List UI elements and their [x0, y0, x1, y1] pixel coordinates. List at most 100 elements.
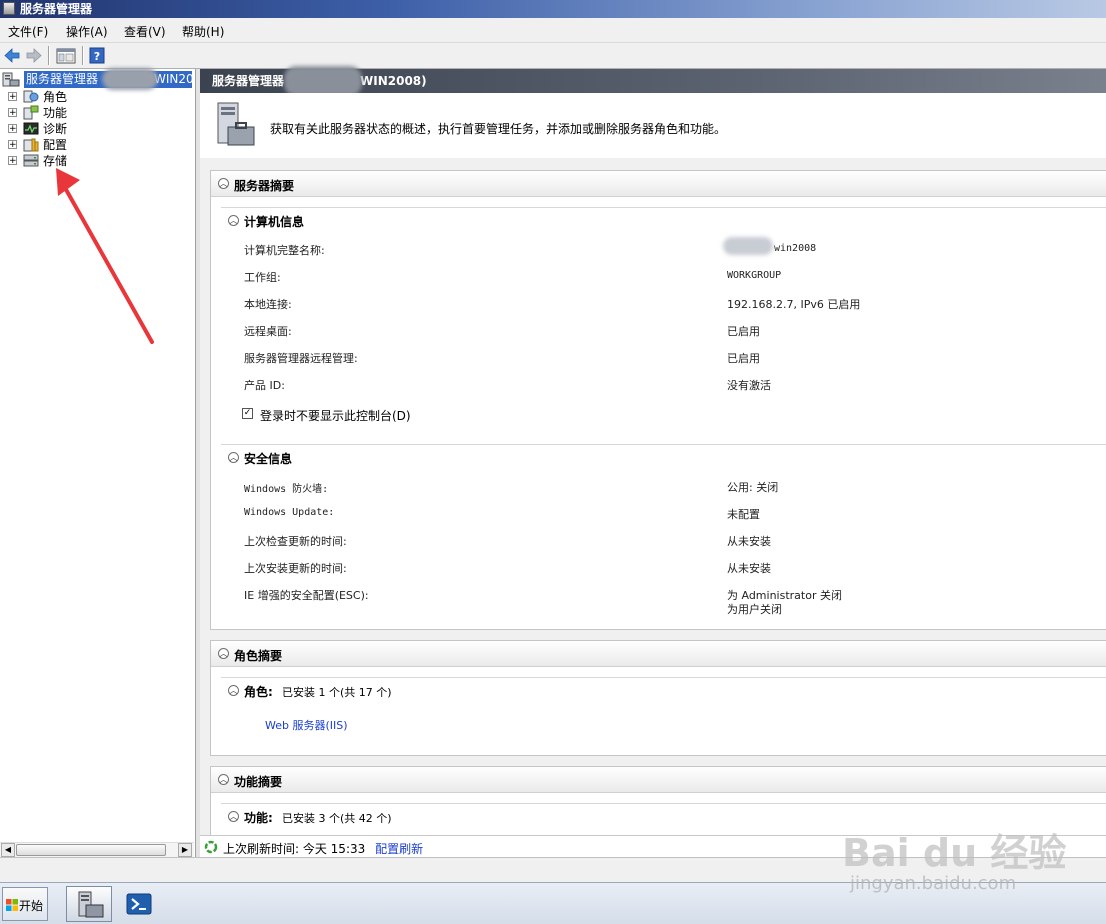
help-icon[interactable]: ? [88, 47, 106, 64]
tree-item-label: 诊断 [43, 122, 68, 136]
collapse-chevron-icon[interactable]: ︿ [218, 648, 229, 659]
tree-item-configuration[interactable]: + 配置 [0, 137, 190, 153]
roles-icon [23, 90, 39, 103]
show-hide-console-tree-icon[interactable] [56, 47, 76, 64]
remote-management-link[interactable]: 已启用 [727, 350, 760, 366]
server-summary-header[interactable]: ︿ 服务器摘要 [211, 171, 1106, 197]
section-title: 服务器摘要 [234, 179, 295, 193]
details-content: ︿ 服务器摘要 ︿ 计算机信息 计算机完整名称: win2008 工作组: WO… [200, 158, 1106, 835]
server-manager-icon [3, 2, 15, 15]
intro-description: 获取有关此服务器状态的概述，执行首要管理任务，并添加或删除服务器角色和功能。 [270, 122, 727, 136]
divider [221, 207, 1106, 208]
section-title: 角色摘要 [234, 649, 283, 663]
info-label: 上次检查更新的时间: [244, 535, 347, 548]
features-summary-header[interactable]: ︿ 功能摘要 [211, 767, 1106, 793]
tree-root-suffix: WIN200 [154, 72, 192, 86]
expand-icon[interactable]: + [8, 92, 17, 102]
refresh-icon[interactable] [204, 840, 218, 854]
roles-count: 已安装 1 个(共 17 个) [282, 686, 392, 699]
collapse-chevron-icon[interactable]: ︿ [228, 452, 239, 463]
info-label: IE 增强的安全配置(ESC): [244, 589, 369, 602]
tree-root-server-manager[interactable]: 服务器管理器 WIN200 [2, 68, 192, 90]
redacted-blur [723, 237, 773, 255]
divider [221, 444, 1106, 445]
powershell-icon [126, 893, 152, 915]
features-count: 已安装 3 个(共 42 个) [282, 812, 392, 825]
collapse-chevron-icon[interactable]: ︿ [228, 685, 239, 696]
info-value: 从未安装 [727, 562, 771, 575]
collapse-chevron-icon[interactable]: ︿ [218, 178, 229, 189]
collapse-chevron-icon[interactable]: ︿ [228, 811, 239, 822]
info-value: 从未安装 [727, 535, 771, 548]
scroll-left-icon[interactable]: ◀ [1, 843, 15, 857]
menu-file[interactable]: 文件(F) [8, 23, 48, 40]
tree-item-diagnostics[interactable]: + 诊断 [0, 121, 190, 137]
configure-refresh-link[interactable]: 配置刷新 [375, 842, 423, 856]
server-manager-icon [2, 72, 20, 87]
scrollbar-thumb[interactable] [16, 844, 166, 856]
subsection-title: 功能: [244, 811, 273, 825]
storage-icon [23, 154, 39, 167]
divider [221, 677, 1106, 678]
expand-icon[interactable]: + [8, 124, 17, 134]
expand-icon[interactable]: + [8, 156, 17, 166]
details-title-suffix: WIN2008) [360, 74, 427, 88]
forward-arrow-icon[interactable] [25, 47, 43, 64]
info-label: 上次安装更新的时间: [244, 562, 347, 575]
window-title-bar[interactable]: 服务器管理器 [0, 0, 1106, 18]
info-value: 为用户关闭 [727, 603, 782, 616]
menu-view[interactable]: 查看(V) [124, 23, 166, 40]
roles-summary-section: ︿ 角色摘要 ︿ 角色: 已安装 1 个(共 17 个) Web 服务器(IIS… [210, 640, 1106, 756]
info-label: Windows 防火墙: [244, 484, 329, 495]
dont-show-console-checkbox[interactable]: ✓ [242, 408, 253, 419]
collapse-chevron-icon[interactable]: ︿ [218, 774, 229, 785]
subsection-title: 计算机信息 [244, 215, 305, 229]
tree-item-roles[interactable]: + 角色 [0, 89, 190, 105]
toolbar: ? [0, 43, 1106, 69]
remote-desktop-link[interactable]: 已启用 [727, 323, 760, 339]
subsection-title: 安全信息 [244, 452, 293, 466]
menu-bar: 文件(F) 操作(A) 查看(V) 帮助(H) [0, 18, 1106, 43]
server-summary-section: ︿ 服务器摘要 ︿ 计算机信息 计算机完整名称: win2008 工作组: WO… [210, 170, 1106, 630]
baidu-watermark-url: jingyan.baidu.com [850, 873, 1017, 894]
local-connection-link[interactable]: 192.168.2.7, IPv6 已启用 [727, 296, 860, 312]
info-value: WORKGROUP [727, 270, 782, 281]
section-title: 功能摘要 [234, 775, 283, 789]
windows-logo-icon [6, 899, 18, 911]
collapse-chevron-icon[interactable]: ︿ [228, 215, 239, 226]
roles-summary-header[interactable]: ︿ 角色摘要 [211, 641, 1106, 667]
tree-item-features[interactable]: + 功能 [0, 105, 190, 121]
menu-help[interactable]: 帮助(H) [182, 23, 224, 40]
redacted-blur [284, 66, 362, 96]
expand-icon[interactable]: + [8, 108, 17, 118]
info-label: 工作组: [244, 271, 281, 284]
taskbar-powershell[interactable] [120, 886, 166, 922]
role-item-link[interactable]: Web 服务器(IIS) [265, 717, 348, 733]
taskbar-server-manager[interactable] [66, 886, 112, 922]
tree-horizontal-scrollbar[interactable]: ◀ ▶ [0, 842, 194, 858]
expand-icon[interactable]: + [8, 140, 17, 150]
baidu-watermark-logo: Bai du 经验 [842, 831, 1067, 875]
info-label: Windows Update: [244, 507, 335, 518]
menu-action[interactable]: 操作(A) [66, 23, 108, 40]
product-id-link[interactable]: 没有激活 [727, 377, 771, 393]
info-label: 远程桌面: [244, 325, 292, 338]
info-label: 服务器管理器远程管理: [244, 352, 358, 365]
annotation-arrow [56, 168, 154, 344]
info-label: 产品 ID: [244, 379, 285, 392]
server-manager-icon [78, 891, 104, 918]
toolbar-separator [82, 46, 84, 65]
info-label: 计算机完整名称: [244, 244, 325, 257]
tree-item-label: 功能 [43, 106, 68, 120]
windows-update-link[interactable]: 未配置 [727, 506, 760, 522]
server-toolbox-icon [217, 102, 255, 146]
back-arrow-icon[interactable] [3, 47, 21, 64]
tree-root-name: 服务器管理器 [26, 72, 99, 86]
start-label: 开始 [19, 899, 44, 913]
start-button[interactable]: 开始 [2, 887, 48, 921]
refresh-status-text: 上次刷新时间: 今天 15:33 配置刷新 [223, 840, 423, 857]
scroll-right-icon[interactable]: ▶ [178, 843, 192, 857]
firewall-link[interactable]: 公用: 关闭 [727, 479, 778, 495]
diagnostics-icon [23, 122, 39, 135]
configuration-icon [23, 138, 39, 152]
